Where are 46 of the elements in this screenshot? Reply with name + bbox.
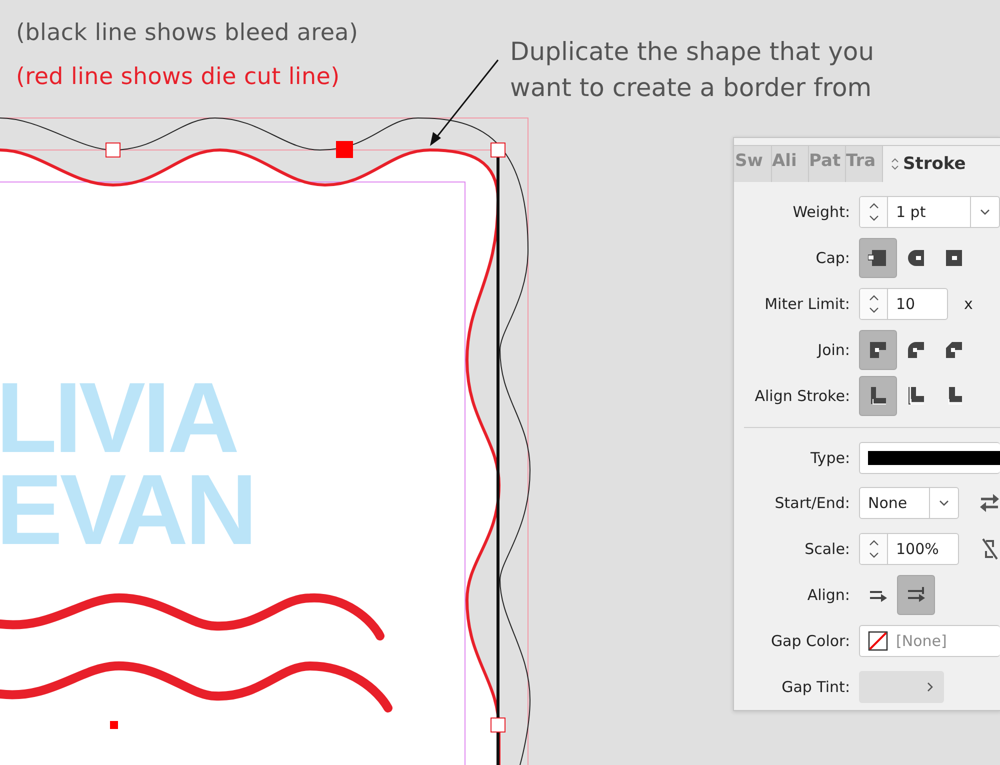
collapse-icon xyxy=(891,158,899,170)
no-color-swatch-icon xyxy=(868,631,888,651)
gap-color-value: [None] xyxy=(896,632,947,650)
bevel-join-icon xyxy=(944,339,964,361)
stroke-option-button[interactable] xyxy=(897,575,935,615)
stroke-option-button[interactable] xyxy=(859,330,897,370)
field-label: Gap Tint: xyxy=(780,678,851,696)
stepper-icon[interactable] xyxy=(868,538,880,560)
stroke-option-button[interactable] xyxy=(859,238,897,278)
annotation-text: (black line shows bleed area) xyxy=(16,20,358,46)
callout-text: Duplicate the shape that you want to create a border from xyxy=(510,36,874,104)
unlink-icon[interactable] xyxy=(981,537,999,561)
round-cap-icon xyxy=(906,247,926,269)
field-label: Weight: xyxy=(792,203,851,221)
field-label: Type: xyxy=(809,449,851,467)
field-label: Start/End: xyxy=(774,494,851,512)
weight-field[interactable]: 1 pt xyxy=(859,196,1000,228)
miter-limit-field[interactable]: 10 xyxy=(859,288,948,320)
stroke-option-button[interactable] xyxy=(859,376,897,416)
panel-tab[interactable]: Stroke xyxy=(883,146,1000,182)
stepper-icon[interactable] xyxy=(868,201,880,223)
field-label: Gap Color: xyxy=(770,632,851,650)
swap-icon[interactable] xyxy=(979,492,1000,514)
scale-field[interactable]: 100% xyxy=(859,533,959,565)
field-label: Align: xyxy=(806,586,851,604)
field-label: Align Stroke: xyxy=(754,387,851,405)
inside-stroke-icon xyxy=(868,385,888,407)
heading-text: EVAN xyxy=(0,464,254,556)
stepper-icon[interactable] xyxy=(868,293,880,315)
start-end-dropdown[interactable]: None xyxy=(859,487,959,519)
field-label: Join: xyxy=(816,341,851,359)
anchor-point[interactable] xyxy=(490,718,506,732)
miter-join-icon xyxy=(868,339,888,361)
line-type-dropdown[interactable] xyxy=(859,442,1000,474)
outside-stroke-icon xyxy=(906,385,926,407)
butt-cap-icon xyxy=(868,247,888,269)
field-label: Miter Limit: xyxy=(764,295,851,313)
field-label: Scale: xyxy=(804,540,851,558)
round-join-icon xyxy=(906,339,926,361)
square-cap-icon xyxy=(944,247,964,269)
unit-label: x xyxy=(964,295,973,313)
annotation-text: (red line shows die cut line) xyxy=(16,64,340,90)
anchor-point[interactable] xyxy=(490,142,506,158)
anchor-point[interactable] xyxy=(106,142,120,158)
field-label: Cap: xyxy=(814,249,851,267)
heading-text: LIVIA xyxy=(0,372,238,464)
